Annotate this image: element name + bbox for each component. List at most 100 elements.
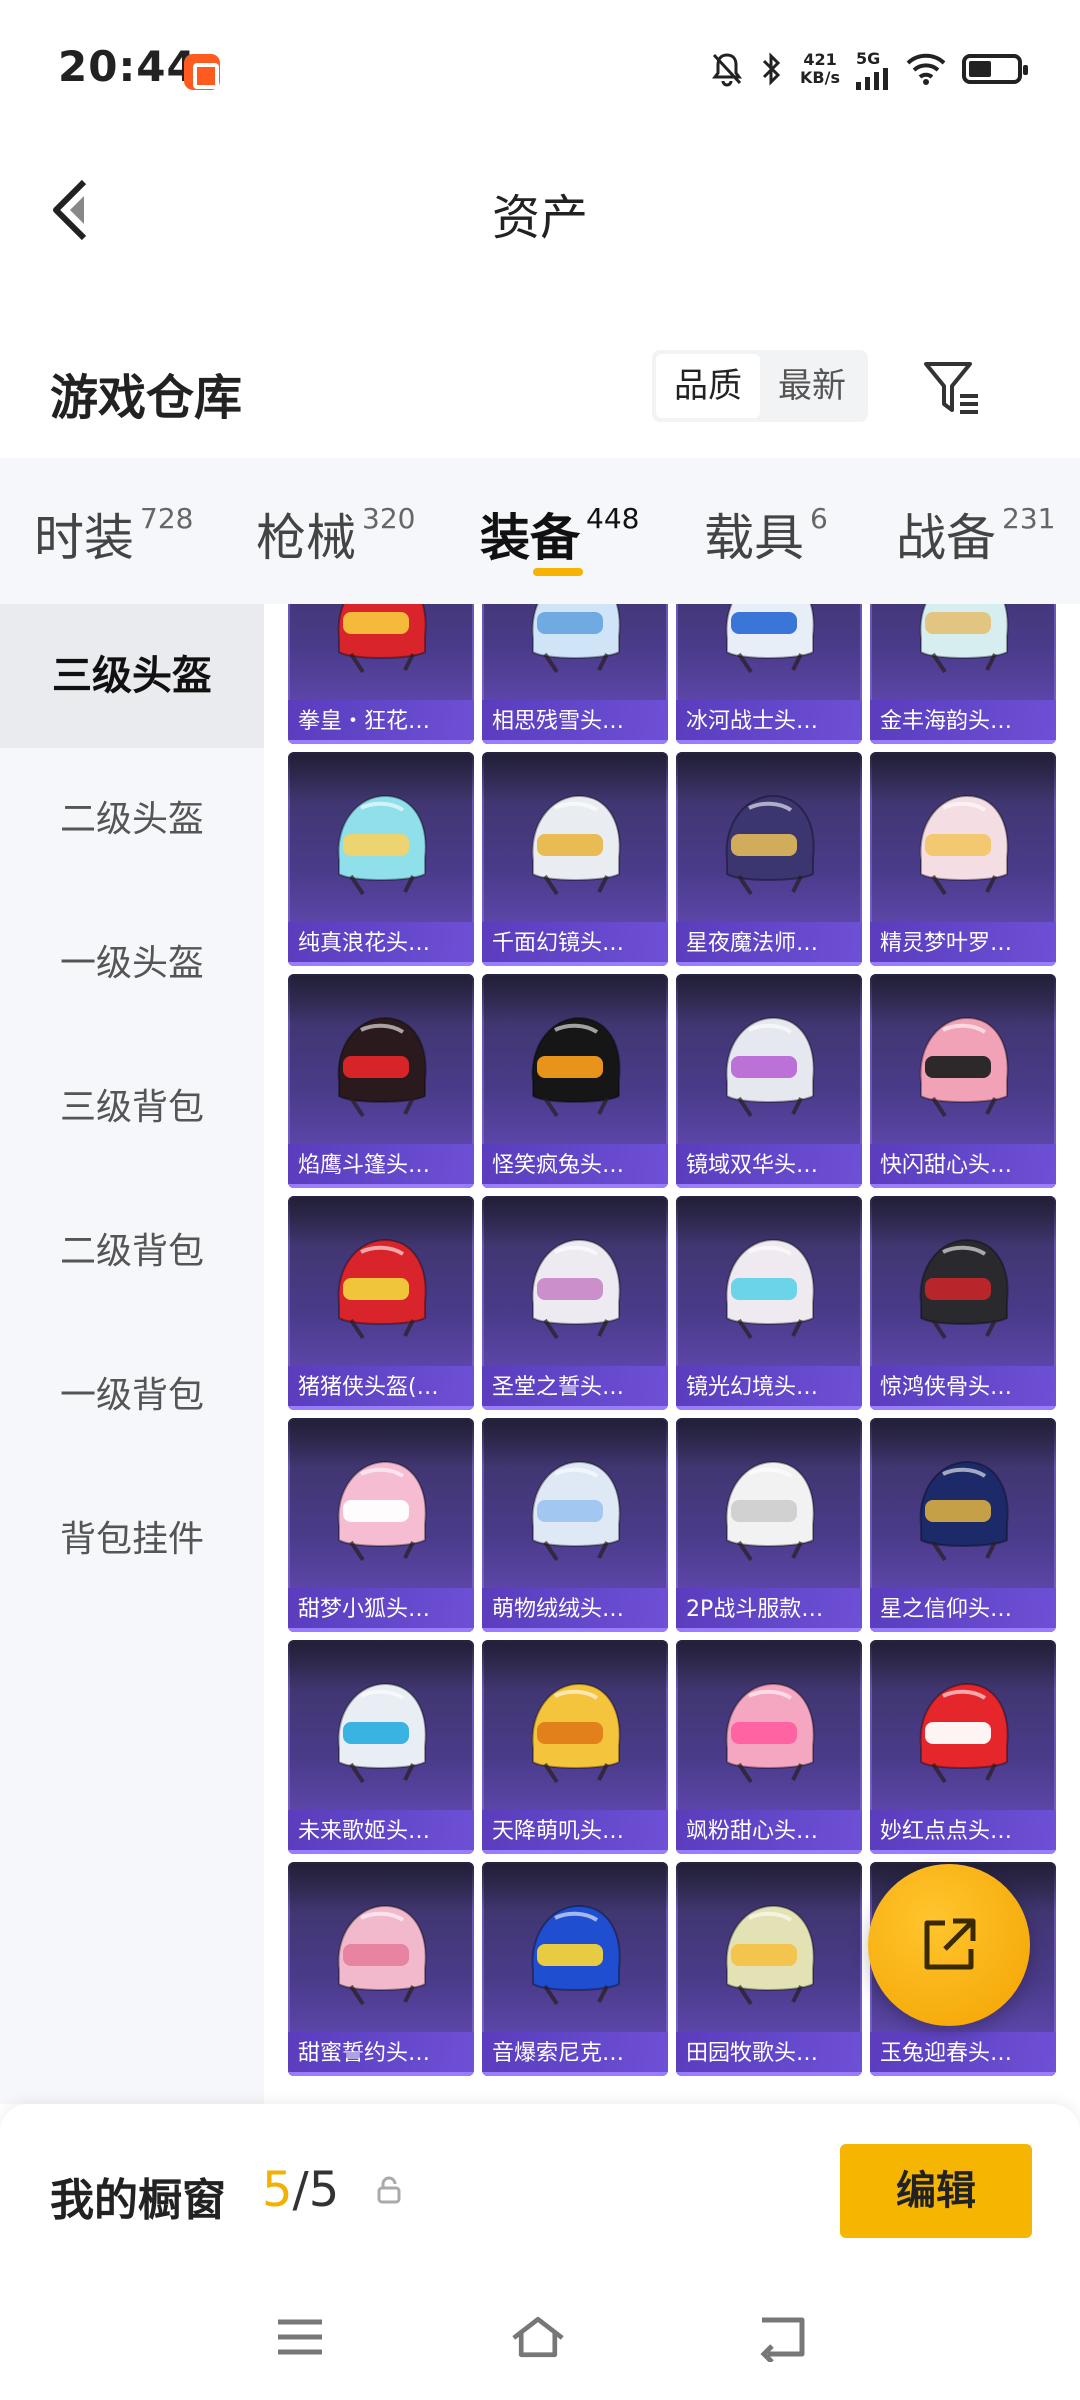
helmet-icon <box>337 794 427 896</box>
helmet-icon <box>725 604 815 674</box>
helmet-icon <box>919 604 1009 674</box>
item-card[interactable]: 2P战斗服款… <box>676 1418 862 1632</box>
item-card[interactable]: 妙红点点头… <box>870 1640 1056 1854</box>
showcase-count: 5/5 <box>262 2162 339 2218</box>
helmet-icon <box>919 1238 1009 1340</box>
status-time: 20:44 <box>58 42 197 91</box>
sidebar-item-level1-backpack[interactable]: 一级背包 <box>0 1324 264 1468</box>
tab-label: 载具 <box>704 509 804 567</box>
rarity-bar <box>676 2072 862 2076</box>
share-fab-button[interactable] <box>868 1864 1030 2026</box>
item-card[interactable]: 惊鸿侠骨头… <box>870 1196 1056 1410</box>
helmet-icon <box>725 1460 815 1562</box>
item-card[interactable]: 镜光幻境头… <box>676 1196 862 1410</box>
item-name: 甜蜜誓约头… <box>288 2032 474 2076</box>
tab-fashion[interactable]: 时装 728 <box>34 498 193 570</box>
item-name: 玉兔迎春头… <box>870 2032 1056 2076</box>
item-card[interactable]: 未来歌姬头… <box>288 1640 474 1854</box>
rarity-bar <box>482 740 668 744</box>
item-card[interactable]: 拳皇・狂花… <box>288 604 474 744</box>
sidebar-item-level3-helmet[interactable]: 三级头盔 <box>0 604 264 748</box>
tab-supplies[interactable]: 战备 231 <box>896 498 1055 570</box>
helmet-icon <box>531 604 621 674</box>
helmet-icon <box>531 1460 621 1562</box>
helmet-icon <box>919 1016 1009 1118</box>
sidebar-item-level2-helmet[interactable]: 二级头盔 <box>0 748 264 892</box>
sort-option-quality[interactable]: 品质 <box>656 354 760 418</box>
back-nav-icon[interactable] <box>754 2312 810 2362</box>
item-name: 圣堂之誓头… <box>482 1366 668 1410</box>
sidebar-item-backpack-charm[interactable]: 背包挂件 <box>0 1468 264 1612</box>
helmet-icon <box>337 1460 427 1562</box>
item-card[interactable]: 甜梦小狐头… <box>288 1418 474 1632</box>
item-name: 星之信仰头… <box>870 1588 1056 1632</box>
category-tabs: 时装 728 枪械 320 装备 448 载具 6 战备 231 <box>0 458 1080 604</box>
tab-count: 448 <box>586 502 640 535</box>
sidebar-item-level3-backpack[interactable]: 三级背包 <box>0 1036 264 1180</box>
filter-icon <box>924 362 978 414</box>
rarity-bar <box>482 1406 668 1410</box>
item-card[interactable]: 精灵梦叶罗… <box>870 752 1056 966</box>
sidebar-item-level1-helmet[interactable]: 一级头盔 <box>0 892 264 1036</box>
tab-label: 时装 <box>34 509 134 567</box>
item-card[interactable]: 金丰海韵头… <box>870 604 1056 744</box>
item-card[interactable]: 千面幻镜头… <box>482 752 668 966</box>
item-name: 田园牧歌头… <box>676 2032 862 2076</box>
item-card[interactable]: 萌物绒绒头… <box>482 1418 668 1632</box>
item-name: 纯真浪花头… <box>288 922 474 966</box>
tab-count: 6 <box>810 502 828 535</box>
item-card[interactable]: 星夜魔法师… <box>676 752 862 966</box>
item-card[interactable]: 甜蜜誓约头… <box>288 1862 474 2076</box>
sort-toggle: 品质 最新 <box>652 350 868 422</box>
rarity-bar <box>676 1628 862 1632</box>
item-card[interactable]: 圣堂之誓头… <box>482 1196 668 1410</box>
item-card[interactable]: 星之信仰头… <box>870 1418 1056 1632</box>
status-bar: 20:44 421 KB/s 5G <box>0 0 1080 140</box>
item-card[interactable]: 飒粉甜心头… <box>676 1640 862 1854</box>
item-name: 猪猪侠头盔(… <box>288 1366 474 1410</box>
share-external-icon <box>924 1918 976 1970</box>
item-card[interactable]: 焰鹰斗篷头… <box>288 974 474 1188</box>
filter-button[interactable] <box>920 356 984 420</box>
item-card[interactable]: 猪猪侠头盔(… <box>288 1196 474 1410</box>
item-card[interactable]: 快闪甜心头… <box>870 974 1056 1188</box>
helmet-icon <box>337 1238 427 1340</box>
showcase-label: 我的橱窗 <box>50 2175 226 2226</box>
item-name: 怪笑疯兔头… <box>482 1144 668 1188</box>
tab-label: 战备 <box>896 509 996 567</box>
helmet-icon <box>531 1238 621 1340</box>
helmet-icon <box>725 794 815 896</box>
rarity-bar <box>288 1184 474 1188</box>
item-card[interactable]: 田园牧歌头… <box>676 1862 862 2076</box>
showcase-total: /5 <box>292 2162 340 2218</box>
item-card[interactable]: 音爆索尼克… <box>482 1862 668 2076</box>
rarity-bar <box>288 1850 474 1854</box>
sidebar-item-level2-backpack[interactable]: 二级背包 <box>0 1180 264 1324</box>
item-name: 未来歌姬头… <box>288 1810 474 1854</box>
sort-option-newest[interactable]: 最新 <box>760 354 864 418</box>
helmet-icon <box>919 1682 1009 1784</box>
helmet-icon <box>531 1016 621 1118</box>
rarity-bar <box>482 2072 668 2076</box>
rarity-bar <box>870 1850 1056 1854</box>
item-card[interactable]: 纯真浪花头… <box>288 752 474 966</box>
tab-count: 728 <box>140 502 194 535</box>
menu-icon[interactable] <box>272 2312 328 2362</box>
item-name: 焰鹰斗篷头… <box>288 1144 474 1188</box>
item-name: 镜光幻境头… <box>676 1366 862 1410</box>
tab-guns[interactable]: 枪械 320 <box>256 498 415 570</box>
item-card[interactable]: 怪笑疯兔头… <box>482 974 668 1188</box>
item-card[interactable]: 冰河战士头… <box>676 604 862 744</box>
tab-vehicles[interactable]: 载具 6 <box>704 498 828 570</box>
item-grid: 拳皇・狂花… 相思残雪头… 冰河战士头… 金丰海韵头… 纯真浪花头… 千面幻镜头… 星夜魔法… <box>288 604 1056 2076</box>
home-icon[interactable] <box>510 2312 566 2362</box>
edit-button[interactable]: 编辑 <box>840 2144 1032 2238</box>
item-card[interactable]: 天降萌叽头… <box>482 1640 668 1854</box>
tab-equipment[interactable]: 装备 448 <box>480 498 639 570</box>
item-name: 飒粉甜心头… <box>676 1810 862 1854</box>
tab-count: 320 <box>362 502 416 535</box>
item-card[interactable]: 相思残雪头… <box>482 604 668 744</box>
rarity-bar <box>676 962 862 966</box>
showcase-current: 5 <box>262 2162 293 2218</box>
item-card[interactable]: 镜域双华头… <box>676 974 862 1188</box>
